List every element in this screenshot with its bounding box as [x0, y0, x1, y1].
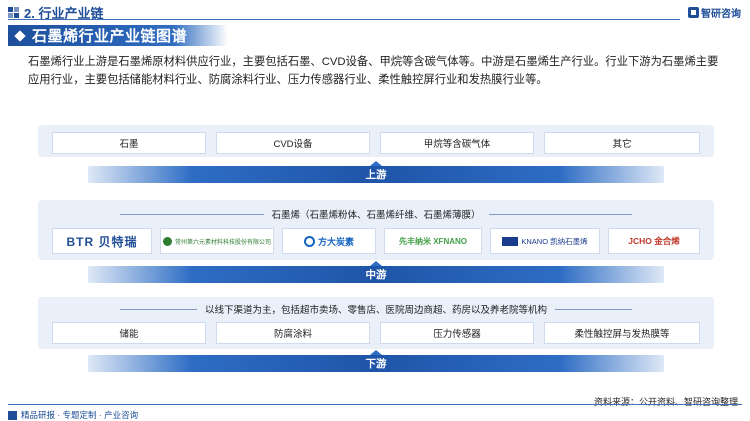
sixth-element-logo-icon [162, 236, 172, 246]
downstream-heading-text: 以线下渠道为主，包括超市卖场、零售店、医院周边商超、药房以及养老院等机构 [205, 305, 548, 316]
brand-logo-icon [688, 7, 699, 18]
intro-paragraph: 石墨烯行业上游是石墨烯原材料供应行业，主要包括石墨、CVD设备、甲烷等含碳气体等… [28, 56, 719, 86]
upstream-item: 石墨 [52, 132, 206, 154]
midstream-heading: 石墨烯（石墨烯粉体、石墨烯纤维、石墨烯薄膜） [120, 207, 633, 221]
divider-line [488, 213, 633, 215]
company-logo-xfnano: 先丰纳米 XFNANO [384, 228, 482, 254]
source-note: 资料来源：公开资料、智研咨询整理 [593, 397, 738, 407]
company-logo-knano: KNANO 凯纳石墨烯 [490, 228, 600, 254]
diamond-icon [14, 29, 26, 42]
company-name: 常州第六元素材料科技股份有限公司 [174, 239, 271, 246]
banner-title: 石墨烯行业产业链图谱 [32, 28, 188, 45]
divider-line [555, 308, 633, 310]
company-name: BTR 贝特瑞 [66, 234, 138, 249]
company-name: JCHO 金合烯 [628, 236, 680, 246]
midstream-heading-text: 石墨烯（石墨烯粉体、石墨烯纤维、石墨烯薄膜） [271, 210, 481, 221]
company-logo-fangda: 方大炭素 [282, 228, 376, 254]
footer-logo-icon [8, 410, 17, 420]
header-divider [8, 19, 680, 20]
downstream-item: 柔性触控屏与发热膜等 [544, 322, 700, 344]
divider-line [120, 213, 264, 215]
title-banner: 石墨烯行业产业链图谱 [8, 25, 228, 46]
footer-divider [8, 404, 742, 405]
company-logo-sixth-element: 常州第六元素材料科技股份有限公司 [160, 228, 274, 254]
divider-line [120, 308, 197, 310]
knano-logo-icon [502, 236, 519, 246]
company-logo-btr: BTR 贝特瑞 [52, 228, 152, 254]
downstream-item: 压力传感器 [380, 322, 534, 344]
company-name: 方大炭素 [317, 236, 354, 247]
company-logo-jcho: JCHO 金合烯 [608, 228, 700, 254]
company-name: KNANO 凯纳石墨烯 [521, 236, 588, 246]
downstream-item: 防腐涂料 [216, 322, 370, 344]
upstream-item: 其它 [544, 132, 700, 154]
brand: 智研咨询 [688, 5, 741, 20]
downstream-bar: 下游 [88, 350, 664, 372]
section-icon [8, 6, 20, 19]
midstream-bar: 中游 [88, 261, 664, 283]
company-name: 先丰纳米 XFNANO [399, 236, 467, 246]
footer-tagline: 精品研报 · 专题定制 · 产业咨询 [8, 409, 138, 421]
fangda-logo-icon [303, 235, 315, 247]
footer-tagline-text: 精品研报 · 专题定制 · 产业咨询 [21, 410, 139, 420]
upstream-item: 甲烷等含碳气体 [380, 132, 534, 154]
upstream-item: CVD设备 [216, 132, 370, 154]
upstream-bar: 上游 [88, 161, 664, 183]
downstream-item: 储能 [52, 322, 206, 344]
brand-name: 智研咨询 [701, 9, 741, 20]
downstream-heading: 以线下渠道为主，包括超市卖场、零售店、医院周边商超、药房以及养老院等机构 [120, 302, 633, 316]
